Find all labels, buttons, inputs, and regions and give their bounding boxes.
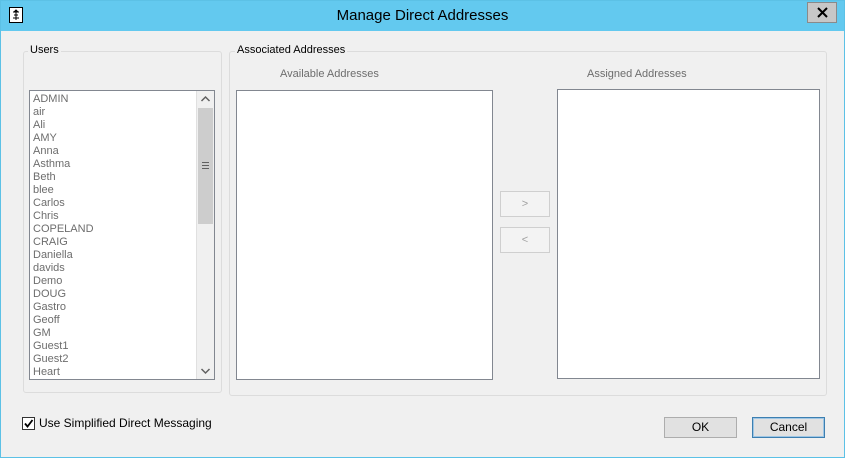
assigned-addresses-list[interactable]	[557, 89, 820, 379]
list-item[interactable]: Asthma	[33, 158, 198, 171]
assigned-addresses-title: Assigned Addresses	[587, 68, 687, 80]
list-item[interactable]: COPELAND	[33, 223, 198, 236]
cancel-button[interactable]: Cancel	[752, 417, 825, 438]
users-list: ADMIN air Ali AMY Anna Asthma Beth blee Carlos Ch…	[33, 93, 198, 379]
users-group-label: Users	[28, 44, 61, 56]
list-item[interactable]: DOUG	[33, 288, 198, 301]
list-item[interactable]: Guest2	[33, 353, 198, 366]
available-addresses-title: Available Addresses	[280, 68, 379, 80]
list-item[interactable]: Ali	[33, 119, 198, 132]
scroll-thumb[interactable]	[198, 108, 213, 224]
close-button[interactable]	[807, 2, 837, 23]
list-item[interactable]: Gastro	[33, 301, 198, 314]
list-item[interactable]: Guest1	[33, 340, 198, 353]
list-item[interactable]: Chris	[33, 210, 198, 223]
simplified-messaging-checkbox[interactable]	[22, 417, 35, 430]
list-item[interactable]: Daniella	[33, 249, 198, 262]
chevron-up-icon	[200, 95, 211, 102]
associated-addresses-group-label: Associated Addresses	[235, 44, 348, 56]
simplified-messaging-label[interactable]: Use Simplified Direct Messaging	[39, 416, 212, 430]
list-item[interactable]: CRAIG	[33, 236, 198, 249]
title-bar[interactable]: Manage Direct Addresses	[1, 1, 844, 31]
available-addresses-list[interactable]	[236, 90, 493, 380]
list-item[interactable]: Geoff	[33, 314, 198, 327]
window-title: Manage Direct Addresses	[336, 7, 509, 24]
scroll-down-button[interactable]	[197, 362, 214, 379]
list-item[interactable]: Carlos	[33, 197, 198, 210]
list-item[interactable]: Anna	[33, 145, 198, 158]
list-item[interactable]: blee	[33, 184, 198, 197]
list-item[interactable]: ADMIN	[33, 93, 198, 106]
list-item[interactable]: AMY	[33, 132, 198, 145]
add-address-button[interactable]: >	[500, 191, 550, 217]
remove-address-button[interactable]: <	[500, 227, 550, 253]
list-item[interactable]: Beth	[33, 171, 198, 184]
list-item[interactable]: davids	[33, 262, 198, 275]
scroll-grip	[202, 162, 209, 171]
list-item[interactable]: Demo	[33, 275, 198, 288]
chevron-down-icon	[200, 368, 211, 375]
checkmark-icon	[24, 419, 34, 428]
list-item[interactable]: air	[33, 106, 198, 119]
dialog-window: Manage Direct Addresses Users ADMIN air Al…	[0, 0, 845, 458]
ok-button[interactable]: OK	[664, 417, 737, 438]
users-listbox[interactable]: ADMIN air Ali AMY Anna Asthma Beth blee Carlos Ch…	[29, 90, 215, 380]
users-scrollbar[interactable]	[196, 91, 214, 379]
scroll-up-button[interactable]	[197, 91, 214, 108]
list-item[interactable]: GM	[33, 327, 198, 340]
list-item[interactable]: Heart	[33, 366, 198, 379]
close-icon	[817, 7, 828, 18]
